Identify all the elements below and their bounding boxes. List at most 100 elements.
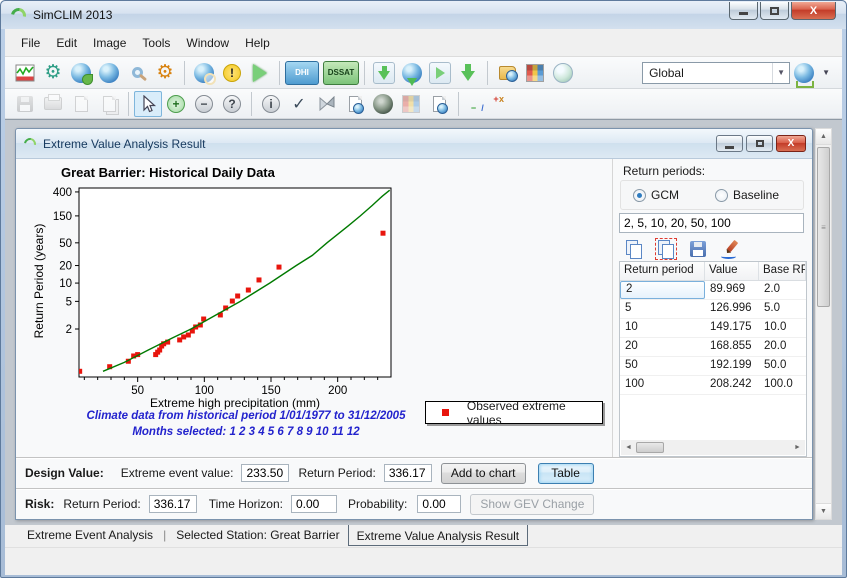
tab-selected-station-great-barrier[interactable]: Selected Station: Great Barrier bbox=[168, 525, 347, 544]
copy-special-icon[interactable] bbox=[652, 236, 680, 262]
flag-icon[interactable] bbox=[313, 91, 341, 117]
risk-return-period-field[interactable] bbox=[148, 495, 197, 513]
child-minimize-button[interactable] bbox=[716, 135, 743, 152]
child-close-button[interactable]: X bbox=[776, 135, 806, 152]
table-cell[interactable]: 208.242 bbox=[705, 376, 759, 394]
extreme-event-value-field[interactable] bbox=[241, 464, 290, 482]
tab-extreme-event-analysis[interactable]: Extreme Event Analysis bbox=[19, 525, 161, 544]
table-cell[interactable]: 192.199 bbox=[705, 357, 759, 375]
child-restore-button[interactable] bbox=[746, 135, 773, 152]
global-select[interactable]: Global ▼ bbox=[642, 61, 791, 84]
table-cell[interactable]: 126.996 bbox=[705, 300, 759, 318]
table-cell[interactable]: 20 bbox=[620, 338, 705, 356]
radio-gcm[interactable]: GCM bbox=[633, 188, 679, 202]
column-header[interactable]: Value bbox=[705, 262, 759, 280]
pointer-icon[interactable] bbox=[134, 90, 162, 117]
menu-item-image[interactable]: Image bbox=[85, 32, 134, 54]
close-button[interactable]: X bbox=[791, 2, 836, 20]
add-to-chart-button[interactable]: Add to chart bbox=[440, 462, 526, 484]
menu-item-tools[interactable]: Tools bbox=[134, 32, 178, 54]
design-return-period-field[interactable] bbox=[383, 464, 432, 482]
site-network-icon[interactable] bbox=[790, 60, 818, 88]
check-icon[interactable]: ✓ bbox=[285, 91, 313, 117]
globe-download-icon[interactable] bbox=[398, 60, 426, 86]
copy-icon[interactable] bbox=[620, 236, 648, 262]
probability-field[interactable] bbox=[417, 495, 462, 513]
chevron-down-icon[interactable]: ▼ bbox=[822, 68, 830, 77]
table-cell[interactable]: 89.969 bbox=[705, 281, 759, 299]
palette-faded-icon[interactable] bbox=[397, 91, 425, 117]
magnifier-icon[interactable] bbox=[123, 60, 151, 86]
calculator-icon[interactable]: + x − / bbox=[464, 91, 504, 117]
table-cell[interactable]: 5 bbox=[620, 300, 705, 318]
menu-item-edit[interactable]: Edit bbox=[48, 32, 85, 54]
radio-baseline[interactable]: Baseline bbox=[715, 188, 779, 202]
menu-item-window[interactable]: Window bbox=[178, 32, 237, 54]
menu-item-help[interactable]: Help bbox=[237, 32, 278, 54]
maximize-button[interactable] bbox=[760, 2, 789, 20]
zoom-in-icon[interactable]: + bbox=[162, 91, 190, 117]
scrollbar-thumb[interactable]: ≡ bbox=[817, 147, 830, 307]
mdi-vertical-scrollbar[interactable]: ▲ ≡ ▼ bbox=[815, 128, 832, 520]
dssat-button[interactable]: DSSAT bbox=[323, 60, 359, 85]
table-cell[interactable]: 50.0 bbox=[759, 357, 806, 375]
folder-globe-icon[interactable] bbox=[493, 60, 521, 86]
table-horizontal-scrollbar[interactable]: ◄ ► bbox=[621, 440, 805, 455]
scroll-up-icon[interactable]: ▲ bbox=[816, 129, 831, 145]
page-globe-icon[interactable] bbox=[341, 91, 369, 117]
table-cell[interactable]: 2 bbox=[620, 281, 705, 299]
time-horizon-field[interactable] bbox=[290, 495, 337, 513]
table-cell[interactable]: 149.175 bbox=[705, 319, 759, 337]
main-titlebar[interactable]: SimCLIM 2013 X bbox=[1, 1, 846, 29]
warning-icon[interactable]: ! bbox=[218, 60, 246, 86]
palette-icon[interactable] bbox=[521, 60, 549, 86]
import-box-icon[interactable] bbox=[370, 60, 398, 86]
table-cell[interactable]: 168.855 bbox=[705, 338, 759, 356]
dhi-button[interactable]: DHI bbox=[285, 60, 319, 85]
minimize-button[interactable] bbox=[729, 2, 758, 20]
scrollbar-thumb[interactable] bbox=[636, 442, 664, 453]
globe-dark-icon[interactable] bbox=[369, 91, 397, 117]
child-titlebar[interactable]: Extreme Value Analysis Result bbox=[16, 129, 812, 159]
design-return-period-label: Return Period: bbox=[298, 466, 376, 480]
table-cell[interactable]: 5.0 bbox=[759, 300, 806, 318]
return-periods-input[interactable] bbox=[619, 213, 804, 233]
globe-search-icon[interactable] bbox=[190, 60, 218, 86]
globe-light-icon[interactable] bbox=[549, 60, 577, 86]
play-box-icon[interactable] bbox=[426, 60, 454, 86]
toolbar-separator bbox=[279, 60, 280, 85]
tab-extreme-value-analysis-result[interactable]: Extreme Value Analysis Result bbox=[347, 524, 529, 546]
gear-green-icon[interactable]: ⚙ bbox=[39, 60, 67, 86]
panel-divider bbox=[612, 159, 613, 457]
table-cell[interactable]: 100 bbox=[620, 376, 705, 394]
table-cell[interactable]: 10 bbox=[620, 319, 705, 337]
chevron-down-icon[interactable]: ▼ bbox=[772, 62, 789, 83]
globe-icon[interactable] bbox=[95, 60, 123, 86]
evd-chart: 50 100 150 20025102050150400 bbox=[53, 187, 392, 397]
table-cell[interactable]: 100.0 bbox=[759, 376, 806, 394]
column-header[interactable]: Return period bbox=[620, 262, 705, 280]
column-header[interactable]: Base RP bbox=[759, 262, 806, 280]
table-cell[interactable]: 50 bbox=[620, 357, 705, 375]
run-icon[interactable] bbox=[246, 60, 274, 86]
table-cell[interactable]: 2.0 bbox=[759, 281, 806, 299]
download-arrow-icon[interactable] bbox=[454, 60, 482, 86]
help-icon[interactable]: ? bbox=[218, 91, 246, 117]
page-globe2-icon[interactable] bbox=[425, 91, 453, 117]
scroll-right-icon[interactable]: ► bbox=[790, 444, 805, 451]
globe-leaf-icon[interactable] bbox=[67, 60, 95, 86]
scroll-left-icon[interactable]: ◄ bbox=[621, 444, 636, 451]
radio-button-icon[interactable] bbox=[715, 188, 728, 202]
scroll-down-icon[interactable]: ▼ bbox=[816, 503, 831, 519]
edit-pencil-icon[interactable] bbox=[716, 236, 744, 262]
zoom-out-icon[interactable]: − bbox=[190, 91, 218, 117]
table-cell[interactable]: 10.0 bbox=[759, 319, 806, 337]
table-button[interactable]: Table bbox=[537, 462, 594, 484]
gear-orange-icon[interactable]: ⚙ bbox=[151, 60, 179, 86]
save-small-icon[interactable] bbox=[684, 236, 712, 262]
table-cell[interactable]: 20.0 bbox=[759, 338, 806, 356]
timeseries-chart-icon[interactable] bbox=[11, 60, 39, 86]
menu-item-file[interactable]: File bbox=[13, 32, 48, 54]
info-icon[interactable]: i bbox=[257, 91, 285, 117]
radio-button-icon[interactable] bbox=[633, 188, 646, 202]
